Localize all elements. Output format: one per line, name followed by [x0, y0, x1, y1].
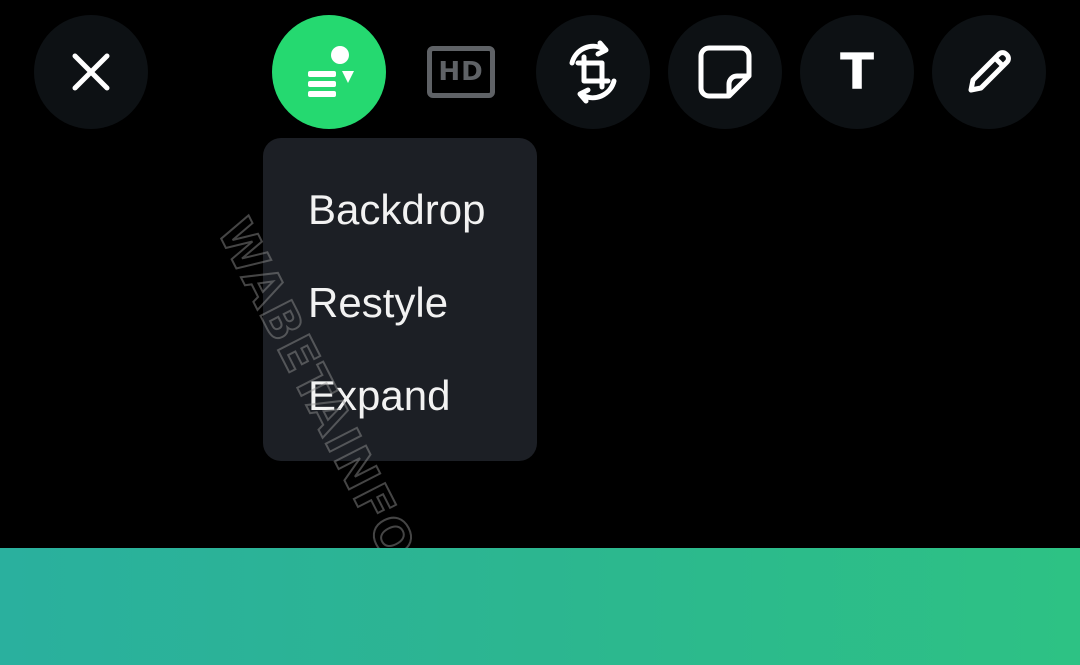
hd-icon: HD	[427, 46, 495, 98]
menu-item-label: Restyle	[308, 279, 449, 326]
draw-button[interactable]	[932, 15, 1046, 129]
menu-item-label: Expand	[308, 372, 451, 419]
close-button[interactable]	[34, 15, 148, 129]
menu-item-label: Backdrop	[308, 186, 486, 233]
ai-edit-menu: Backdrop Restyle Expand	[263, 138, 537, 461]
menu-item-expand[interactable]: Expand	[263, 368, 537, 461]
text-button[interactable]: T	[800, 15, 914, 129]
image-preview	[0, 548, 1080, 665]
close-icon	[72, 53, 110, 91]
menu-item-backdrop[interactable]: Backdrop	[263, 182, 537, 275]
pencil-icon	[968, 50, 1011, 93]
menu-item-restyle[interactable]: Restyle	[263, 275, 537, 368]
image-editor-screen: HD T Backdrop Restyle Expand	[0, 0, 1080, 665]
ai-edit-button[interactable]	[272, 15, 386, 129]
sticker-icon	[698, 45, 752, 99]
hd-quality-button[interactable]: HD	[404, 15, 518, 129]
text-icon: T	[839, 43, 875, 101]
crop-rotate-icon	[569, 40, 617, 104]
crop-rotate-button[interactable]	[536, 15, 650, 129]
hd-label: HD	[438, 57, 484, 87]
ai-image-edit-icon	[308, 46, 354, 97]
sticker-button[interactable]	[668, 15, 782, 129]
